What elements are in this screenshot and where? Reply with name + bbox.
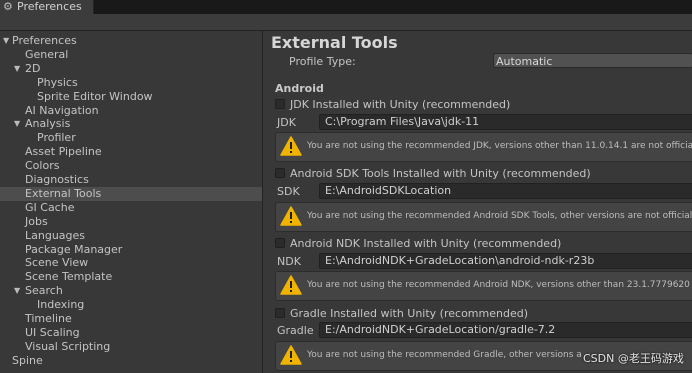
sidebar-item-jobs[interactable]: Jobs (0, 215, 262, 229)
section-title-android: Android (275, 82, 324, 95)
main-panel: External Tools Profile Type: Automatic A… (263, 31, 692, 373)
sidebar-item-label: Spine (12, 353, 43, 367)
sdk-path-field[interactable]: E:\AndroidSDKLocation (319, 183, 692, 199)
chevron-down-icon[interactable]: ▼ (3, 34, 11, 48)
ndk-warning-box: You are not using the recommended Androi… (275, 271, 692, 301)
sidebar-item-label: Colors (25, 159, 60, 173)
ndk-installed-label: Android NDK Installed with Unity (recomm… (290, 236, 562, 250)
ndk-path-field[interactable]: E:\AndroidNDK+GradeLocation\android-ndk-… (319, 253, 692, 269)
sidebar-item-languages[interactable]: Languages (0, 229, 262, 243)
sidebar-item-analysis[interactable]: ▼ Analysis (0, 117, 262, 131)
watermark: CSDN @老王码游戏 (583, 352, 684, 365)
sidebar-item-label: Jobs (25, 214, 48, 228)
ndk-warning-text: You are not using the recommended Androi… (307, 280, 692, 290)
sidebar-item-label: External Tools (25, 186, 102, 200)
sdk-path-label: SDK (277, 185, 300, 198)
sidebar-item-external-tools[interactable]: External Tools (0, 186, 262, 201)
jdk-installed-label: JDK Installed with Unity (recommended) (290, 97, 511, 111)
chevron-down-icon[interactable]: ▼ (14, 62, 22, 76)
sidebar-item-2d[interactable]: ▼ 2D (0, 62, 262, 76)
tab-title: Preferences (17, 0, 82, 13)
warning-icon (280, 136, 302, 156)
gradle-path-field[interactable]: E:/AndroidNDK+GradeLocation/gradle-7.2 (319, 322, 692, 338)
sidebar-item-ai-navigation[interactable]: AI Navigation (0, 104, 262, 118)
gradle-path-label: Gradle (277, 324, 314, 337)
gradle-warning-text: You are not using the recommended Gradle… (307, 350, 582, 360)
sidebar-item-ui-scaling[interactable]: UI Scaling (0, 326, 262, 340)
jdk-warning-box: You are not using the recommended JDK, v… (275, 132, 692, 162)
sidebar-item-scene-view[interactable]: Scene View (0, 256, 262, 270)
sidebar-item-label: Diagnostics (25, 173, 89, 186)
sidebar-item-label: Sprite Editor Window (37, 89, 153, 103)
sidebar-item-label: Scene View (25, 256, 89, 270)
sidebar-item-search[interactable]: ▼ Search (0, 284, 262, 298)
page-title: External Tools (271, 33, 398, 52)
sidebar-item-preferences[interactable]: ▼ Preferences (0, 34, 262, 48)
jdk-installed-checkbox-row[interactable]: JDK Installed with Unity (recommended) (275, 97, 510, 111)
window-titlebar: ⚙ Preferences (0, 0, 692, 14)
sidebar-item-package-manager[interactable]: Package Manager (0, 243, 262, 257)
sidebar-item-label: GI Cache (25, 200, 75, 214)
warning-icon (280, 275, 302, 295)
sidebar-item-label: Preferences (12, 34, 77, 47)
warning-icon (280, 345, 302, 365)
ndk-installed-checkbox[interactable] (275, 238, 285, 248)
sidebar-item-profiler[interactable]: Profiler (0, 131, 262, 145)
sidebar-item-gi-cache[interactable]: GI Cache (0, 201, 262, 215)
chevron-down-icon[interactable]: ▼ (14, 284, 22, 298)
sidebar-item-general[interactable]: General (0, 48, 262, 62)
gradle-installed-label: Gradle Installed with Unity (recommended… (290, 306, 528, 320)
jdk-installed-checkbox[interactable] (275, 99, 285, 109)
sidebar-item-timeline[interactable]: Timeline (0, 312, 262, 326)
sidebar-item-sprite-editor-window[interactable]: Sprite Editor Window (0, 90, 262, 104)
jdk-warning-text: You are not using the recommended JDK, v… (307, 141, 692, 151)
sidebar-item-label: General (25, 47, 69, 61)
warning-icon (280, 206, 302, 226)
sidebar-item-asset-pipeline[interactable]: Asset Pipeline (0, 145, 262, 159)
sidebar-item-physics[interactable]: Physics (0, 76, 262, 90)
sdk-installed-label: Android SDK Tools Installed with Unity (… (290, 166, 591, 180)
sidebar-item-label: 2D (25, 61, 41, 75)
tab-preferences[interactable]: ⚙ Preferences (0, 0, 94, 14)
profile-type-label: Profile Type: (289, 55, 356, 68)
sidebar-item-label: Indexing (37, 298, 85, 312)
sidebar-item-label: AI Navigation (25, 103, 99, 117)
sidebar: ▼ Preferences General ▼ 2D Physics Sprite Edit… (0, 31, 263, 373)
gradle-installed-checkbox[interactable] (275, 308, 285, 318)
ndk-installed-checkbox-row[interactable]: Android NDK Installed with Unity (recomm… (275, 236, 561, 250)
sidebar-item-label: Physics (37, 75, 78, 89)
sidebar-item-label: Asset Pipeline (25, 145, 102, 159)
gear-icon: ⚙ (3, 0, 13, 13)
sidebar-item-diagnostics[interactable]: Diagnostics (0, 173, 262, 187)
sdk-warning-box: You are not using the recommended Androi… (275, 202, 692, 232)
sidebar-item-label: Analysis (25, 117, 71, 131)
sidebar-item-label: Visual Scripting (25, 339, 111, 353)
sidebar-item-label: Search (25, 284, 63, 298)
sidebar-item-visual-scripting[interactable]: Visual Scripting (0, 340, 262, 354)
sidebar-item-label: Languages (25, 228, 86, 242)
chevron-down-icon[interactable]: ▼ (14, 117, 22, 131)
sidebar-item-label: Package Manager (25, 242, 123, 256)
sidebar-item-colors[interactable]: Colors (0, 159, 262, 173)
sidebar-item-label: UI Scaling (25, 325, 80, 339)
sdk-installed-checkbox[interactable] (275, 168, 285, 178)
sidebar-item-label: Timeline (25, 312, 72, 325)
sidebar-item-indexing[interactable]: Indexing (0, 298, 262, 312)
profile-type-dropdown[interactable]: Automatic (493, 53, 692, 68)
sdk-installed-checkbox-row[interactable]: Android SDK Tools Installed with Unity (… (275, 166, 591, 180)
sdk-warning-text: You are not using the recommended Androi… (307, 211, 692, 221)
gradle-installed-checkbox-row[interactable]: Gradle Installed with Unity (recommended… (275, 306, 528, 320)
ndk-path-label: NDK (277, 255, 301, 268)
sidebar-item-label: Profiler (37, 131, 76, 145)
toolbar (0, 14, 692, 31)
jdk-path-field[interactable]: C:\Program Files\Java\jdk-11 (319, 114, 692, 130)
sidebar-item-scene-template[interactable]: Scene Template (0, 270, 262, 284)
jdk-path-label: JDK (277, 116, 296, 129)
sidebar-item-spine[interactable]: Spine (0, 354, 262, 368)
sidebar-item-label: Scene Template (25, 270, 113, 284)
